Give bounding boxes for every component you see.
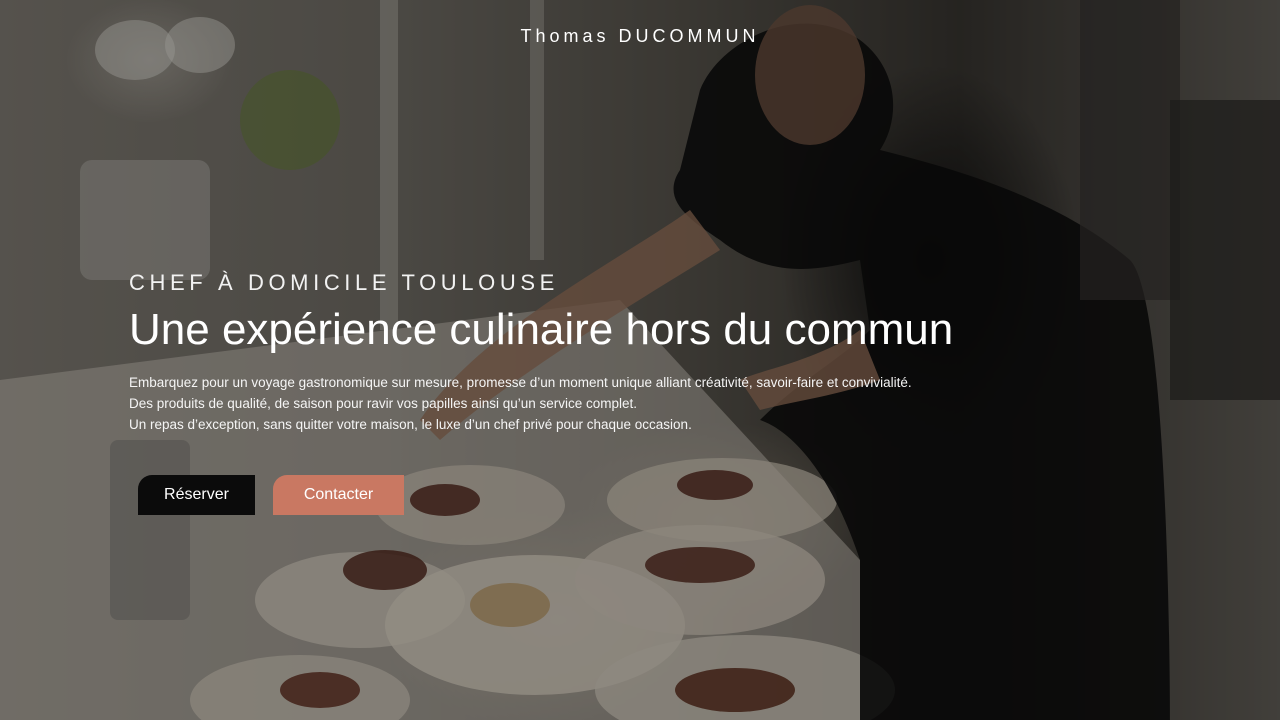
hero-actions: Réserver Contacter: [138, 475, 404, 515]
hero-description-line: Un repas d’exception, sans quitter votre…: [129, 417, 692, 432]
hero-title: Une expérience culinaire hors du commun: [129, 305, 954, 354]
hero-description-line: Des produits de qualité, de saison pour …: [129, 396, 638, 411]
hero-eyebrow: CHEF À DOMICILE TOULOUSE: [129, 270, 559, 295]
reserve-button[interactable]: Réserver: [138, 475, 255, 515]
hero-section: Thomas DUCOMMUN CHEF À DOMICILE TOULOUSE…: [0, 0, 1280, 720]
site-brand-name[interactable]: Thomas DUCOMMUN: [0, 26, 1280, 47]
hero-description: Embarquez pour un voyage gastronomique s…: [129, 372, 1129, 435]
hero-content: CHEF À DOMICILE TOULOUSE Une expérience …: [129, 268, 1129, 435]
contact-button[interactable]: Contacter: [273, 475, 404, 515]
hero-description-line: Embarquez pour un voyage gastronomique s…: [129, 375, 912, 390]
